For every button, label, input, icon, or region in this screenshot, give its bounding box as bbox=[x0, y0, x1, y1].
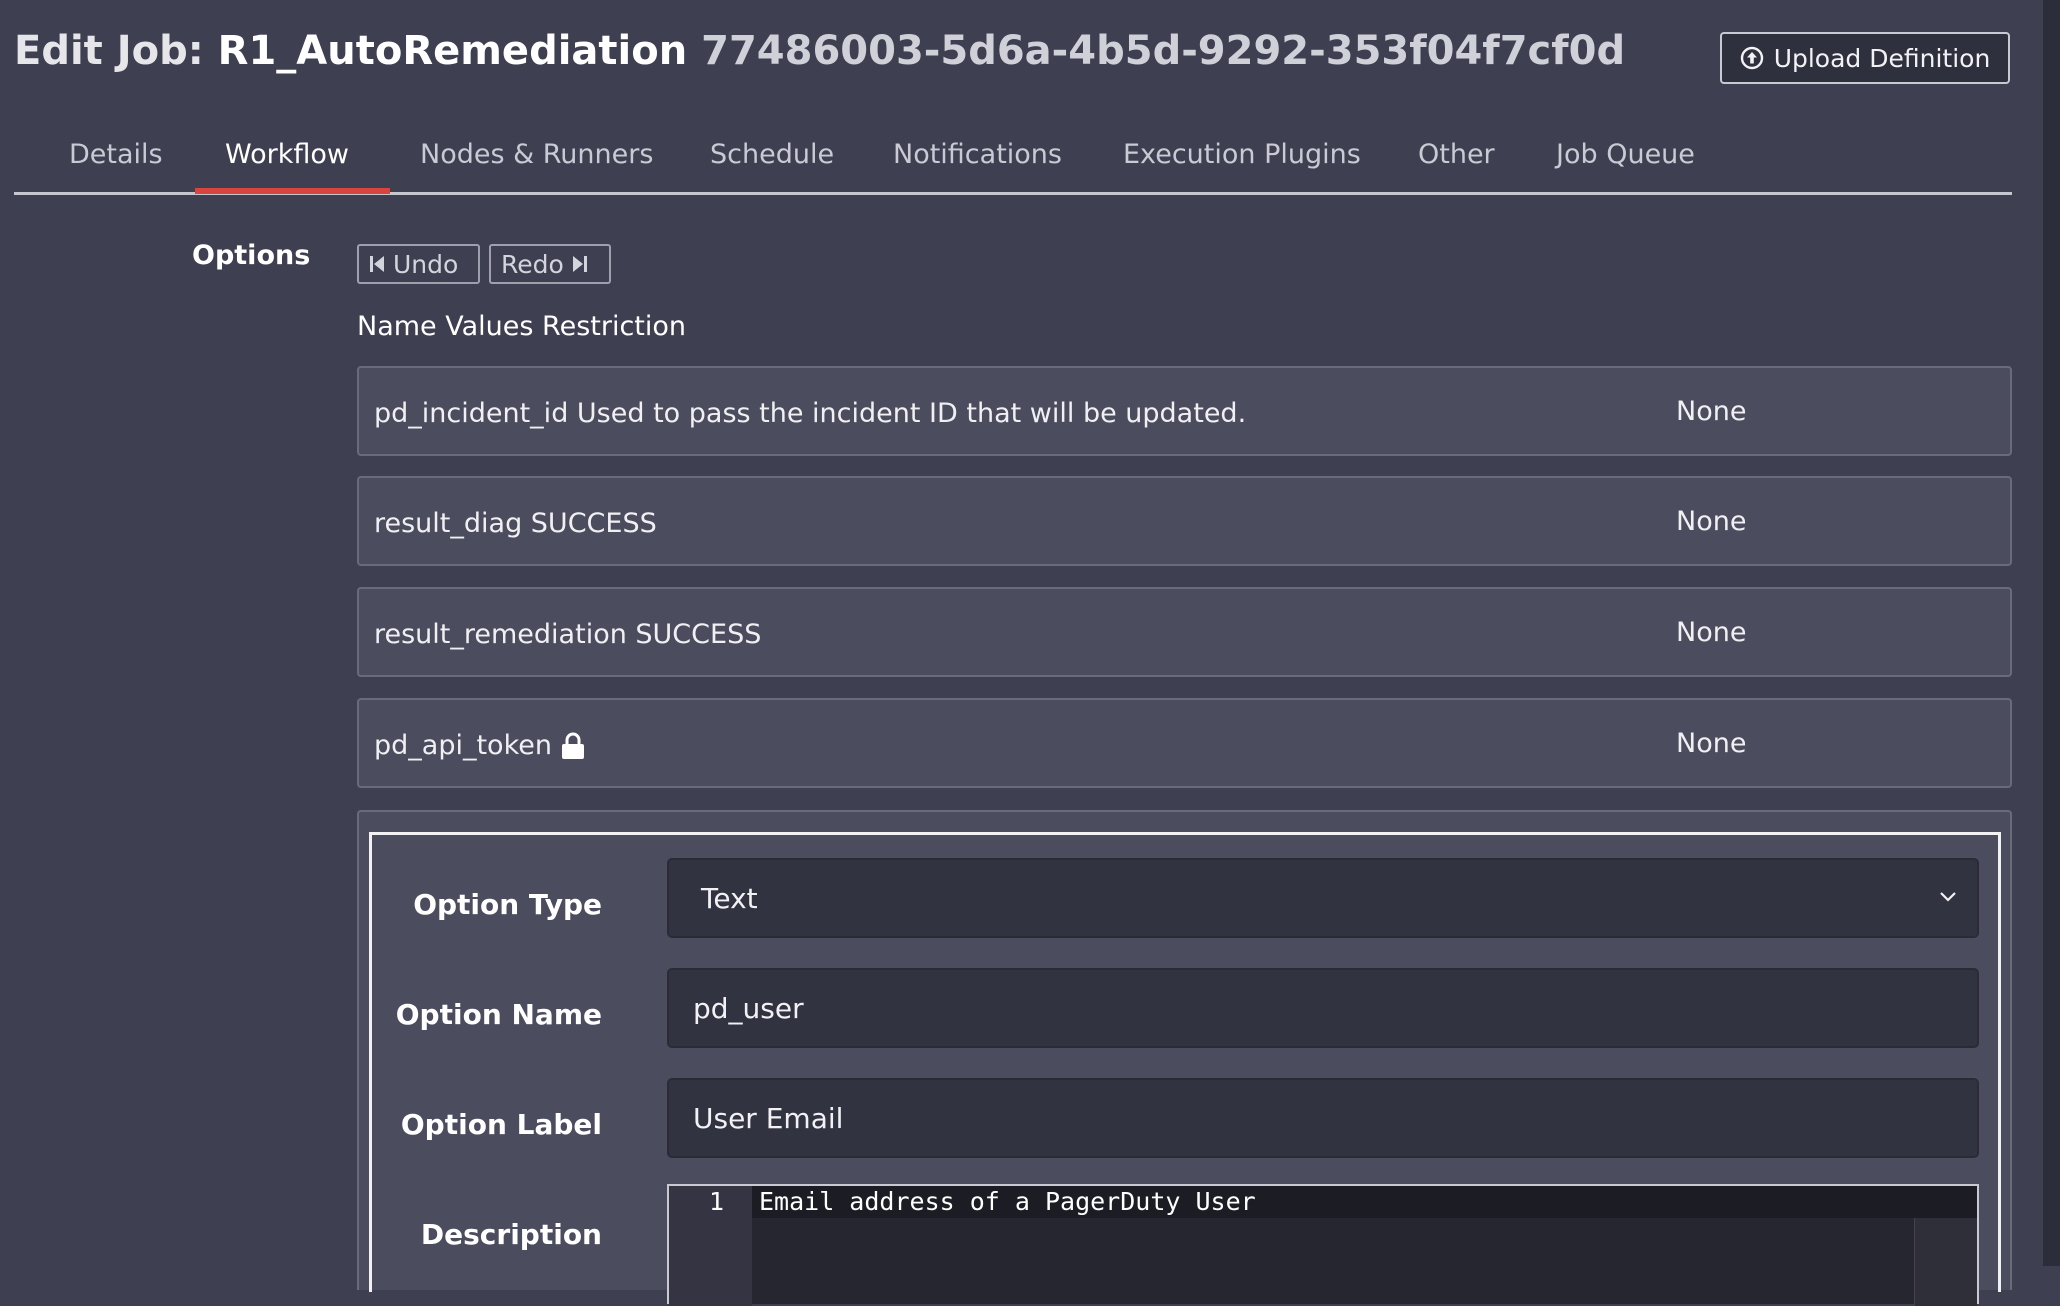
active-tab-indicator bbox=[195, 188, 390, 194]
option-type-select[interactable]: Text bbox=[667, 858, 1979, 938]
option-row-restriction: None bbox=[1676, 728, 1747, 759]
option-row-name: pd_api_token bbox=[374, 730, 552, 761]
editor-gutter: 1 bbox=[669, 1186, 752, 1306]
tab-job-queue[interactable]: Job Queue bbox=[1556, 132, 1695, 192]
job-id: 77486003-5d6a-4b5d-9292-353f04f7cf0d bbox=[701, 28, 1626, 74]
tab-notifications[interactable]: Notifications bbox=[893, 132, 1062, 192]
upload-definition-button[interactable]: Upload Definition bbox=[1720, 32, 2010, 84]
page-title: Edit Job: R1_AutoRemediation 77486003-5d… bbox=[14, 28, 1625, 74]
tab-execution-plugins[interactable]: Execution Plugins bbox=[1123, 132, 1361, 192]
option-row-name: result_remediation SUCCESS bbox=[374, 619, 762, 650]
option-name-input[interactable] bbox=[667, 968, 1979, 1048]
undo-button[interactable]: Undo bbox=[357, 244, 480, 284]
option-row[interactable]: result_diag SUCCESS None bbox=[357, 476, 2012, 566]
option-type-value: Text bbox=[701, 881, 758, 915]
option-name-label: Option Name bbox=[395, 998, 602, 1031]
option-label-input[interactable] bbox=[667, 1078, 1979, 1158]
editor-scrollbar[interactable] bbox=[1914, 1218, 1977, 1306]
option-label-label: Option Label bbox=[400, 1108, 602, 1141]
title-prefix: Edit Job: bbox=[14, 28, 204, 74]
upload-circle-icon bbox=[1740, 46, 1763, 70]
option-row-name: result_diag SUCCESS bbox=[374, 508, 657, 539]
tab-bar: Details Workflow Nodes & Runners Schedul… bbox=[14, 132, 2012, 195]
option-row[interactable]: pd_incident_id Used to pass the incident… bbox=[357, 366, 2012, 456]
option-row[interactable]: result_remediation SUCCESS None bbox=[357, 587, 2012, 677]
options-columns-header: Name Values Restriction bbox=[357, 311, 687, 342]
tab-other[interactable]: Other bbox=[1418, 132, 1495, 192]
job-name: R1_AutoRemediation bbox=[217, 28, 688, 74]
options-section-label: Options bbox=[192, 240, 311, 271]
redo-button[interactable]: Redo bbox=[489, 244, 611, 284]
description-code-editor[interactable]: 1 Email address of a PagerDuty User bbox=[667, 1184, 1979, 1306]
lock-icon bbox=[561, 732, 584, 759]
option-row-restriction: None bbox=[1676, 617, 1747, 648]
option-row-name-wrap: pd_api_token bbox=[374, 730, 586, 761]
description-text[interactable]: Email address of a PagerDuty User bbox=[759, 1186, 1256, 1218]
tab-schedule[interactable]: Schedule bbox=[710, 132, 834, 192]
option-row-restriction: None bbox=[1676, 506, 1747, 537]
option-editor-form: Option Type Text Option Name Option Labe… bbox=[369, 832, 2001, 1306]
upload-definition-label: Upload Definition bbox=[1773, 43, 1991, 73]
option-row[interactable]: pd_api_token None bbox=[357, 698, 2012, 788]
tab-details[interactable]: Details bbox=[69, 132, 163, 192]
description-label: Description bbox=[420, 1218, 602, 1251]
option-type-label: Option Type bbox=[413, 888, 602, 921]
tab-workflow[interactable]: Workflow bbox=[225, 132, 349, 192]
skip-forward-icon bbox=[572, 256, 587, 272]
undo-label: Undo bbox=[393, 249, 459, 279]
chevron-down-icon bbox=[1940, 892, 1956, 902]
redo-label: Redo bbox=[501, 249, 564, 279]
page-scrollbar[interactable] bbox=[2043, 0, 2060, 1266]
tab-nodes-runners[interactable]: Nodes & Runners bbox=[420, 132, 653, 192]
line-number: 1 bbox=[708, 1187, 724, 1216]
option-row-name: pd_incident_id Used to pass the incident… bbox=[374, 398, 1247, 429]
option-editor-panel: Option Type Text Option Name Option Labe… bbox=[357, 810, 2012, 1306]
skip-back-icon bbox=[370, 256, 384, 272]
option-row-restriction: None bbox=[1676, 396, 1747, 427]
